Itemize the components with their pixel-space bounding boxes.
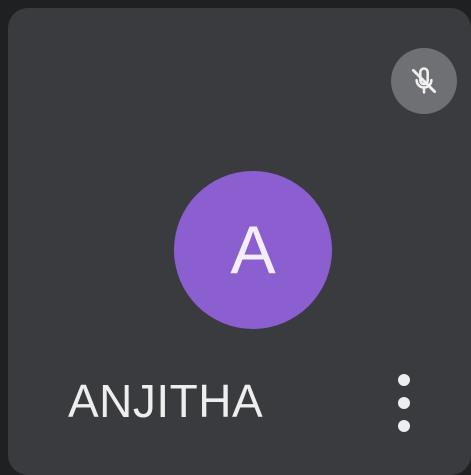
- mic-off-icon: [411, 67, 437, 94]
- participant-name: ANJITHA: [68, 375, 264, 427]
- mic-muted-badge: [391, 48, 457, 114]
- more-vert-icon-dot: [398, 420, 410, 432]
- participant-tile: A ANJITHA: [8, 8, 471, 475]
- avatar: A: [174, 171, 332, 329]
- avatar-initial: A: [230, 212, 276, 288]
- more-vert-icon-dot: [398, 397, 410, 409]
- more-options-button[interactable]: [384, 370, 424, 436]
- more-vert-icon: [398, 374, 410, 386]
